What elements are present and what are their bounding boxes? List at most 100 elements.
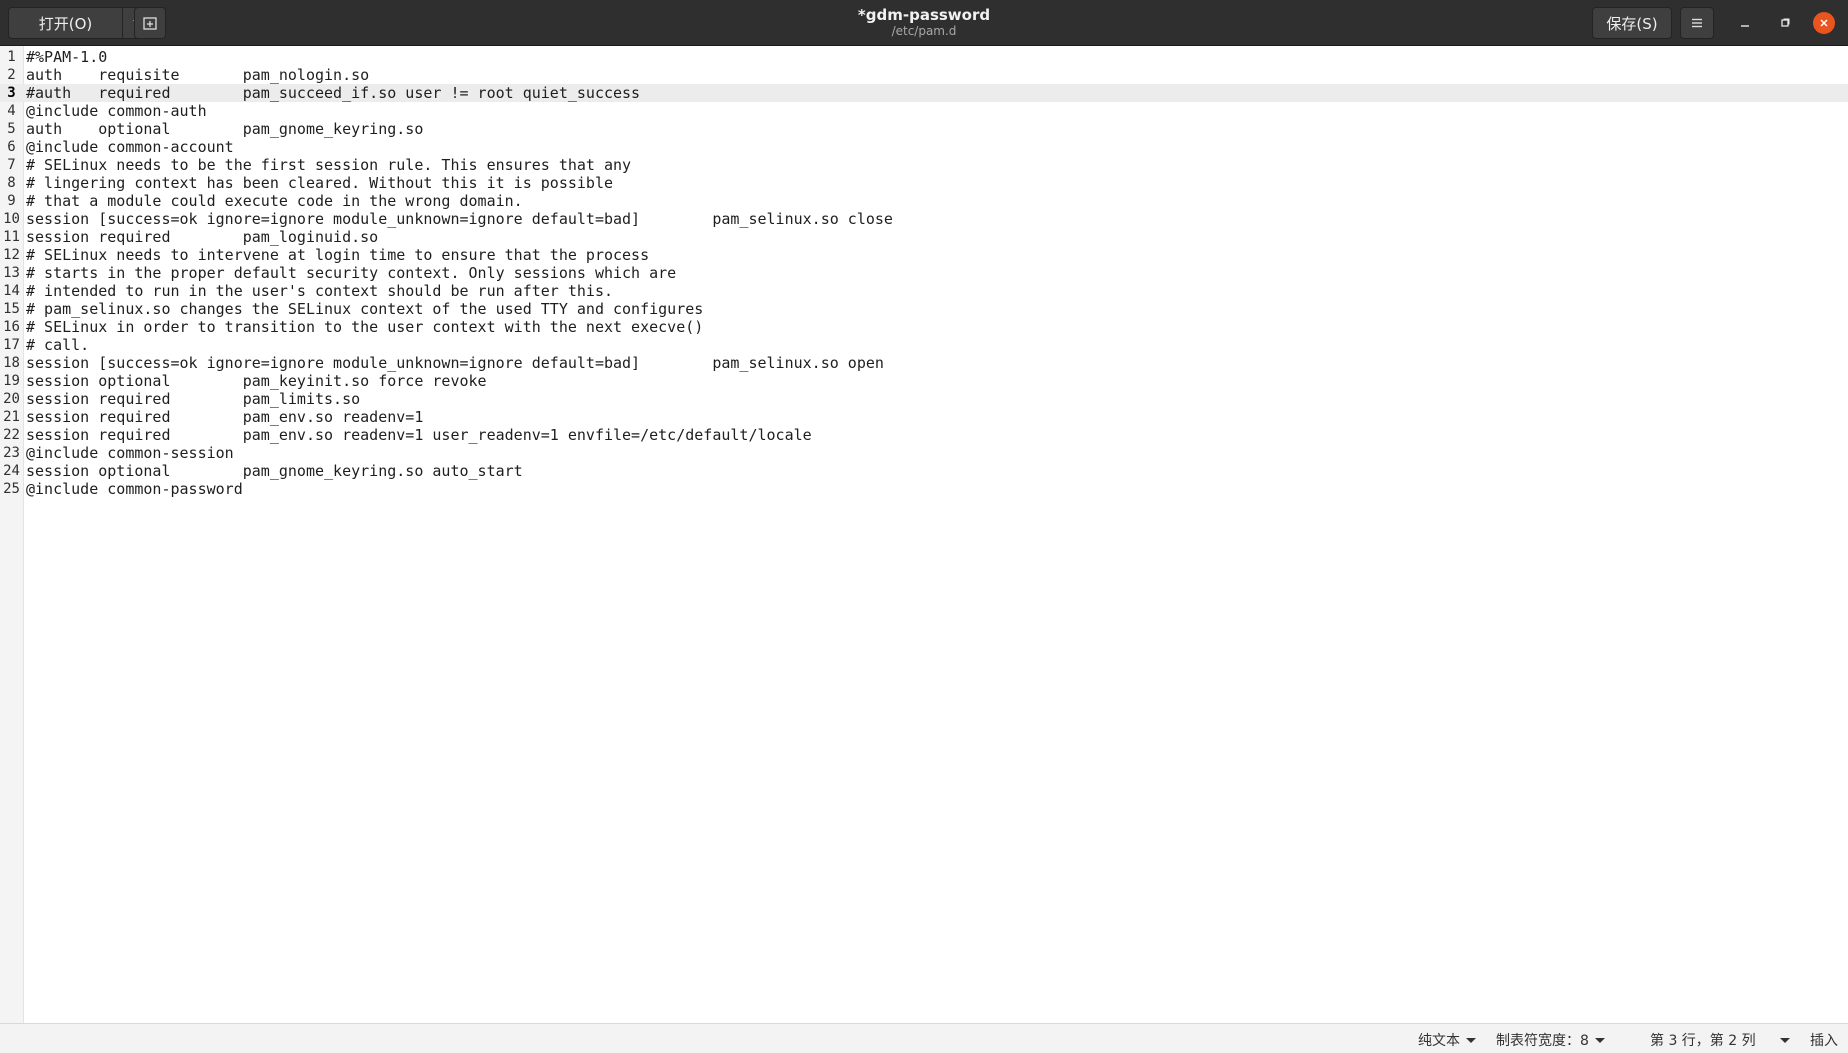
line-text: #%PAM-1.0 — [26, 48, 108, 66]
line-text: @include common-session — [26, 444, 234, 462]
language-label: 纯文本 — [1418, 1033, 1460, 1049]
code-line[interactable]: 22 session required pam_env.so readenv=1 … — [0, 426, 1848, 444]
code-line[interactable]: 15 # pam_selinux.so changes the SELinux c… — [0, 300, 1848, 318]
document-title: *gdm-password — [857, 6, 991, 24]
code-line[interactable]: 25 @include common-password — [0, 480, 1848, 498]
code-area[interactable]: 1 #%PAM-1.0 2 auth requisite pam_nologin.so… — [0, 48, 1848, 498]
line-number: 21 — [3, 409, 20, 425]
code-line[interactable]: 21 session required pam_env.so readenv=1 — [0, 408, 1848, 426]
line-text: auth requisite pam_nologin.so — [26, 66, 370, 84]
code-line[interactable]: 11 session required pam_loginuid.so — [0, 228, 1848, 246]
code-line[interactable]: 23 @include common-session — [0, 444, 1848, 462]
menu-button[interactable] — [1680, 7, 1714, 39]
line-number: 6 — [7, 139, 16, 155]
cursor-position-label: 第 3 行，第 2 列 — [1650, 1033, 1756, 1049]
code-line[interactable]: 12 # SELinux needs to intervene at login … — [0, 246, 1848, 264]
code-line[interactable]: 17 # call. — [0, 336, 1848, 354]
line-number: 3 — [7, 85, 16, 101]
language-selector[interactable]: 纯文本 — [1418, 1030, 1476, 1050]
maximize-button[interactable] — [1774, 12, 1796, 34]
line-text: session required pam_loginuid.so — [26, 228, 379, 246]
chevron-down-icon — [1466, 1037, 1476, 1043]
line-number: 9 — [7, 193, 16, 209]
code-line[interactable]: 6 @include common-account — [0, 138, 1848, 156]
line-number: 7 — [7, 157, 16, 173]
window-title: *gdm-password /etc/pam.d — [0, 6, 1848, 38]
line-number: 24 — [3, 463, 20, 479]
line-text: session optional pam_gnome_keyring.so au… — [26, 462, 523, 480]
line-number: 20 — [3, 391, 20, 407]
open-button-label: 打开(O) — [38, 14, 93, 33]
tab-width-selector[interactable]: 制表符宽度：8 — [1496, 1030, 1605, 1050]
cursor-position-selector[interactable]: 第 3 行，第 2 列 — [1650, 1030, 1790, 1050]
line-text: # lingering context has been cleared. Wi… — [26, 174, 613, 192]
line-number: 2 — [7, 67, 16, 83]
line-text: #auth required pam_succeed_if.so user !=… — [26, 84, 641, 102]
code-line[interactable]: 4 @include common-auth — [0, 102, 1848, 120]
line-number: 10 — [3, 211, 20, 227]
line-number: 18 — [3, 355, 20, 371]
code-line[interactable]: 16 # SELinux in order to transition to th… — [0, 318, 1848, 336]
close-button[interactable] — [1813, 12, 1835, 34]
line-number: 15 — [3, 301, 20, 317]
line-number: 16 — [3, 319, 20, 335]
line-text: @include common-password — [26, 480, 243, 498]
line-text: # SELinux needs to be the first session … — [26, 156, 632, 174]
chevron-down-icon — [1779, 1037, 1790, 1043]
code-line[interactable]: 8 # lingering context has been cleared. W… — [0, 174, 1848, 192]
line-text: # intended to run in the user's context … — [26, 282, 613, 300]
line-text: session required pam_env.so readenv=1 us… — [26, 426, 812, 444]
line-text: session required pam_limits.so — [26, 390, 361, 408]
close-icon — [1820, 19, 1828, 27]
line-number: 13 — [3, 265, 20, 281]
minimize-button[interactable] — [1734, 12, 1756, 34]
tab-width-label: 制表符宽度：8 — [1496, 1033, 1589, 1049]
line-text: @include common-auth — [26, 102, 207, 120]
code-line[interactable]: 9 # that a module could execute code in t… — [0, 192, 1848, 210]
insert-mode-indicator[interactable]: 插入 — [1810, 1030, 1838, 1050]
new-tab-icon — [143, 17, 157, 30]
line-text: # SELinux needs to intervene at login ti… — [26, 246, 650, 264]
line-number: 11 — [3, 229, 20, 245]
code-line[interactable]: 3 #auth required pam_succeed_if.so user !… — [0, 84, 1848, 102]
line-text: auth optional pam_gnome_keyring.so — [26, 120, 424, 138]
save-button[interactable]: 保存(S) — [1592, 7, 1672, 39]
line-number: 25 — [3, 481, 20, 497]
line-number: 1 — [7, 49, 16, 65]
line-number: 17 — [3, 337, 20, 353]
line-text: # call. — [26, 336, 90, 354]
minimize-icon — [1741, 25, 1749, 27]
line-number: 8 — [7, 175, 16, 191]
line-number: 19 — [3, 373, 20, 389]
line-number: 22 — [3, 427, 20, 443]
restore-icon — [1781, 18, 1790, 27]
insert-mode-label: 插入 — [1810, 1033, 1838, 1049]
line-text: # that a module could execute code in th… — [26, 192, 523, 210]
new-document-button[interactable] — [134, 7, 166, 39]
code-line[interactable]: 14 # intended to run in the user's contex… — [0, 282, 1848, 300]
code-line[interactable]: 5 auth optional pam_gnome_keyring.so — [0, 120, 1848, 138]
line-number: 4 — [7, 103, 16, 119]
code-line[interactable]: 19 session optional pam_keyinit.so force … — [0, 372, 1848, 390]
code-line[interactable]: 2 auth requisite pam_nologin.so — [0, 66, 1848, 84]
code-line[interactable]: 13 # starts in the proper default securit… — [0, 264, 1848, 282]
code-line[interactable]: 20 session required pam_limits.so — [0, 390, 1848, 408]
line-number: 14 — [3, 283, 20, 299]
line-number: 5 — [7, 121, 16, 137]
header-bar: 打开(O) *gdm-password /etc/pam.d 保存(S) — [0, 0, 1848, 46]
line-text: # pam_selinux.so changes the SELinux con… — [26, 300, 704, 318]
status-bar: 纯文本 制表符宽度：8 第 3 行，第 2 列 插入 — [0, 1023, 1848, 1053]
code-line[interactable]: 10 session [success=ok ignore=ignore modu… — [0, 210, 1848, 228]
code-line[interactable]: 18 session [success=ok ignore=ignore modu… — [0, 354, 1848, 372]
chevron-down-icon — [1594, 1037, 1605, 1043]
hamburger-menu-icon — [1692, 18, 1702, 28]
line-text: @include common-account — [26, 138, 234, 156]
line-text: # SELinux in order to transition to the … — [26, 318, 704, 336]
code-line[interactable]: 24 session optional pam_gnome_keyring.so … — [0, 462, 1848, 480]
text-editor[interactable]: 1 #%PAM-1.0 2 auth requisite pam_nologin.so… — [0, 46, 1848, 1023]
open-button[interactable]: 打开(O) — [8, 7, 123, 39]
code-line[interactable]: 1 #%PAM-1.0 — [0, 48, 1848, 66]
line-text: session [success=ok ignore=ignore module… — [26, 354, 884, 372]
code-line[interactable]: 7 # SELinux needs to be the first session… — [0, 156, 1848, 174]
document-path: /etc/pam.d — [891, 24, 957, 38]
